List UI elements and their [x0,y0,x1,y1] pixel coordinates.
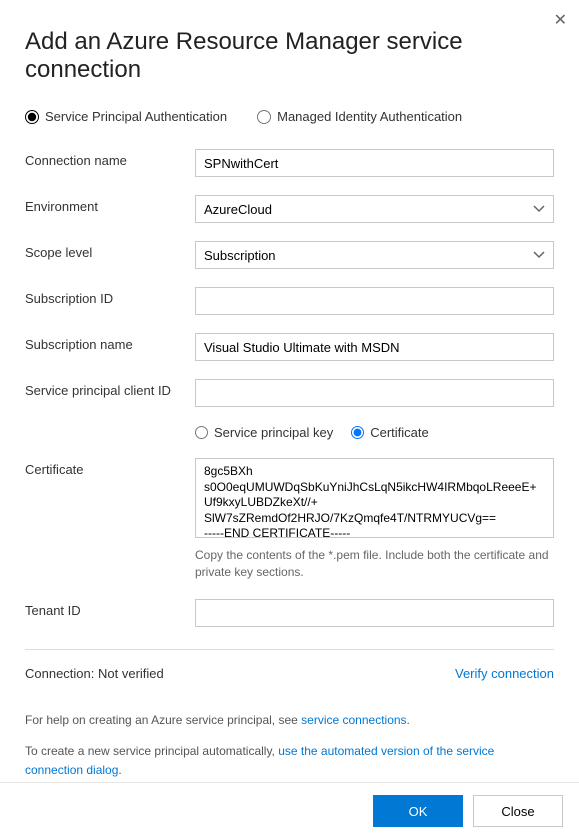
auth-mode-radios: Service Principal Authentication Managed… [25,109,554,124]
radio-spn-key-input[interactable] [195,426,208,439]
radio-spn-key[interactable]: Service principal key [195,425,333,440]
subscription-id-label: Subscription ID [25,287,195,306]
ok-button[interactable]: OK [373,795,463,827]
radio-spn-key-label: Service principal key [214,425,333,440]
radio-spn-auth-label: Service Principal Authentication [45,109,227,124]
help-1-suffix: . [407,713,410,727]
dialog-footer: OK Close [0,782,579,839]
radio-mi-auth-input[interactable] [257,110,271,124]
radio-certificate[interactable]: Certificate [351,425,429,440]
spn-client-id-input[interactable] [195,379,554,407]
help-2-prefix: To create a new service principal automa… [25,744,278,758]
radio-spn-auth[interactable]: Service Principal Authentication [25,109,227,124]
help-info-1: For help on creating an Azure service pr… [25,711,554,730]
connection-status-prefix: Connection: [25,666,94,681]
scope-level-label: Scope level [25,241,195,260]
close-button[interactable]: Close [473,795,563,827]
help-1-prefix: For help on creating an Azure service pr… [25,713,301,727]
subscription-name-input[interactable] [195,333,554,361]
environment-label: Environment [25,195,195,214]
close-icon[interactable]: ✕ [554,10,567,30]
subscription-id-input[interactable] [195,287,554,315]
verify-row: Connection: Not verified Verify connecti… [25,666,554,681]
tenant-id-label: Tenant ID [25,599,195,618]
spn-client-id-label: Service principal client ID [25,379,195,398]
radio-mi-auth-label: Managed Identity Authentication [277,109,462,124]
divider [25,649,554,650]
verify-connection-link[interactable]: Verify connection [455,666,554,681]
service-connections-link[interactable]: service connections [301,713,406,727]
radio-spn-auth-input[interactable] [25,110,39,124]
dialog-title: Add an Azure Resource Manager service co… [25,28,554,84]
radio-mi-auth[interactable]: Managed Identity Authentication [257,109,462,124]
connection-status-value: Not verified [98,666,164,681]
radio-certificate-input[interactable] [351,426,364,439]
scope-level-select[interactable]: Subscription [195,241,554,269]
help-2-suffix: . [118,763,121,777]
tenant-id-input[interactable] [195,599,554,627]
certificate-label: Certificate [25,458,195,477]
radio-certificate-label: Certificate [370,425,429,440]
connection-name-label: Connection name [25,149,195,168]
help-info-2: To create a new service principal automa… [25,742,554,780]
credential-type-radios: Service principal key Certificate [25,425,554,440]
connection-status: Connection: Not verified [25,666,164,681]
certificate-textarea[interactable] [195,458,554,538]
subscription-name-label: Subscription name [25,333,195,352]
connection-name-input[interactable] [195,149,554,177]
certificate-help-text: Copy the contents of the *.pem file. Inc… [195,547,554,581]
environment-select[interactable]: AzureCloud [195,195,554,223]
